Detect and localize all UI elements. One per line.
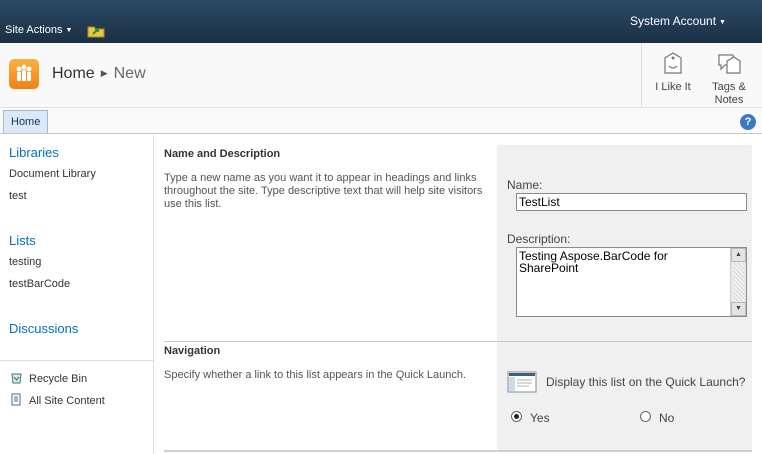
- radio-yes[interactable]: [511, 411, 522, 422]
- nav-divider: [0, 360, 153, 361]
- radio-yes-label[interactable]: Yes: [530, 411, 550, 425]
- site-actions-menu[interactable]: Site Actions ▼: [5, 24, 72, 36]
- recycle-bin-link[interactable]: Recycle Bin: [10, 371, 87, 385]
- nav-heading-libraries[interactable]: Libraries: [9, 145, 59, 160]
- tab-row: Home ?: [0, 109, 762, 134]
- section-heading-name-description: Name and Description: [164, 148, 281, 160]
- navigate-up-icon[interactable]: [87, 22, 105, 38]
- page-title: New: [113, 65, 146, 82]
- tab-home[interactable]: Home: [3, 110, 49, 133]
- name-field-label: Name:: [507, 178, 543, 192]
- tags-and-notes-button[interactable]: Tags & Notes: [704, 51, 754, 107]
- tags-label-line1[interactable]: Tags &: [712, 81, 746, 93]
- chevron-down-icon: ▼: [719, 19, 726, 26]
- tags-label-line2[interactable]: Notes: [715, 94, 744, 106]
- name-input[interactable]: TestList: [516, 193, 747, 211]
- title-area: Home ▶ New I Like It Tags & Notes: [0, 43, 762, 108]
- top-ribbon-bar: Site Actions ▼ System Account ▼: [0, 0, 762, 43]
- chevron-down-icon: ▼: [65, 27, 73, 34]
- nav-item-document-library[interactable]: Document Library: [9, 168, 96, 180]
- i-like-it-button[interactable]: I Like It: [650, 51, 696, 94]
- quick-launch: Libraries Document Library test Lists te…: [0, 135, 154, 454]
- navigation-fields-panel: [497, 342, 752, 450]
- display-quick-launch-question: Display this list on the Quick Launch?: [546, 375, 746, 389]
- nav-item-testing[interactable]: testing: [9, 256, 41, 268]
- all-site-content-link[interactable]: All Site Content: [10, 393, 105, 407]
- nav-item-test[interactable]: test: [9, 190, 27, 202]
- site-logo-icon[interactable]: [9, 59, 39, 89]
- description-scrollbar[interactable]: ▲ ▼: [730, 248, 746, 316]
- recycle-bin-label[interactable]: Recycle Bin: [29, 373, 87, 385]
- nav-item-testbarcode[interactable]: testBarCode: [9, 278, 70, 290]
- tags-notes-icon: [718, 54, 741, 74]
- radio-no-label[interactable]: No: [659, 411, 674, 425]
- description-textarea[interactable]: Testing Aspose.BarCode for SharePoint ▲ …: [516, 247, 747, 317]
- site-actions-label[interactable]: Site Actions: [5, 24, 62, 36]
- help-icon[interactable]: ?: [740, 114, 756, 130]
- radio-no[interactable]: [640, 411, 651, 422]
- scroll-track[interactable]: [733, 263, 744, 301]
- all-site-content-label[interactable]: All Site Content: [29, 395, 105, 407]
- new-list-form: Name and Description Type a new name as …: [164, 145, 752, 454]
- section-description-name: Type a new name as you want it to appear…: [164, 172, 483, 210]
- form-bottom-divider: [164, 450, 752, 452]
- scroll-up-icon[interactable]: ▲: [731, 248, 746, 262]
- section-heading-navigation: Navigation: [164, 345, 221, 357]
- i-like-it-label[interactable]: I Like It: [655, 81, 690, 93]
- description-field-label: Description:: [507, 232, 571, 246]
- account-menu[interactable]: System Account ▼: [630, 14, 726, 28]
- breadcrumb-home-link[interactable]: Home: [52, 65, 95, 82]
- breadcrumb: Home ▶ New: [52, 65, 146, 83]
- recycle-bin-icon: [11, 373, 22, 384]
- scroll-down-icon[interactable]: ▼: [731, 302, 746, 316]
- section-description-navigation: Specify whether a link to this list appe…: [164, 369, 467, 381]
- description-text[interactable]: Testing Aspose.BarCode for SharePoint: [519, 250, 727, 274]
- toolbar-divider: [641, 43, 642, 108]
- quick-launch-layout-icon: [507, 371, 537, 393]
- thumbs-up-tag-icon: [664, 52, 682, 74]
- breadcrumb-arrow-icon: ▶: [100, 68, 108, 78]
- nav-heading-discussions[interactable]: Discussions: [9, 321, 78, 336]
- nav-heading-lists[interactable]: Lists: [9, 233, 36, 248]
- site-content-icon: [11, 393, 21, 406]
- account-label[interactable]: System Account: [630, 14, 716, 28]
